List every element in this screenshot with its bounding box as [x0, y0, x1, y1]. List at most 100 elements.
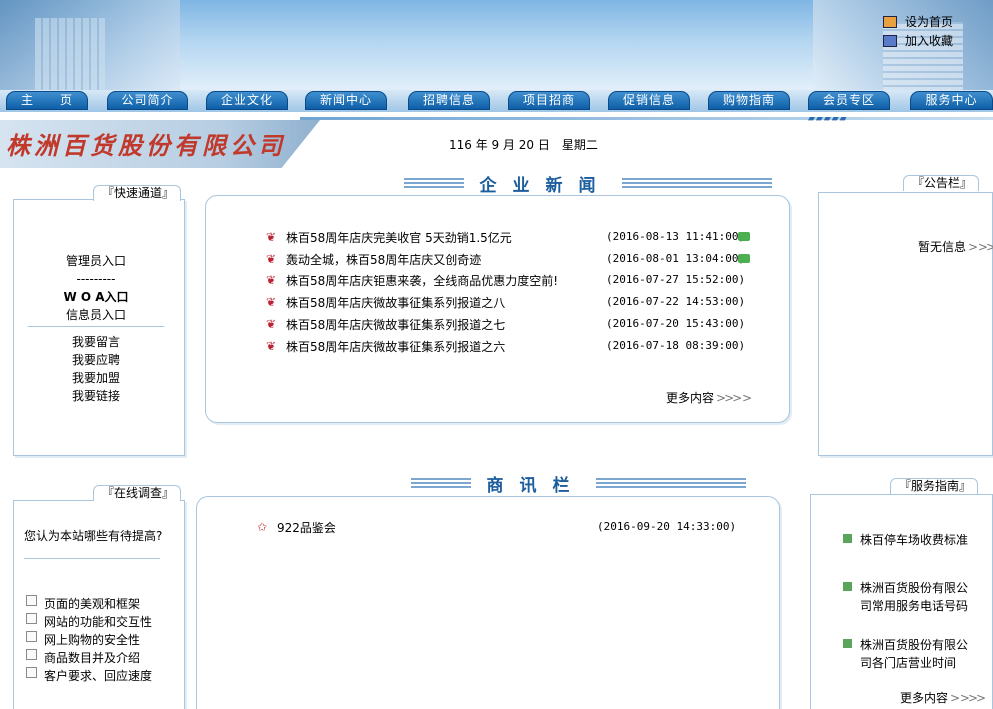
news-time: (2016-08-01 13:04:00): [606, 252, 746, 265]
business-heading: 商讯栏: [486, 475, 586, 496]
service-item[interactable]: 株洲百货股份有限公司各门店营业时间: [843, 636, 973, 672]
news-title[interactable]: 株百58周年店庆钜惠来袭，全线商品优惠力度空前!: [286, 272, 558, 289]
news-title[interactable]: 轰动全城，株百58周年店庆又创奇迹: [286, 251, 481, 268]
more-label: 更多内容: [900, 691, 949, 705]
nav-members[interactable]: 会员专区: [808, 91, 890, 110]
nav-service[interactable]: 服务中心: [910, 91, 993, 110]
star-bullet-icon: ✩: [257, 520, 268, 534]
notice-empty: 暂无信息> >>>: [918, 238, 993, 255]
news-item[interactable]: ❦ 株百58周年店庆微故事征集系列报道之八 (2016-07-22 14:53:…: [266, 293, 758, 311]
green-bullet-icon: [843, 534, 852, 543]
checkbox[interactable]: [26, 630, 37, 642]
nav-promotions[interactable]: 促销信息: [608, 91, 690, 110]
nav-investment[interactable]: 项目招商: [508, 91, 590, 110]
news-item[interactable]: ❦ 株百58周年店庆钜惠来袭，全线商品优惠力度空前! (2016-07-27 1…: [266, 271, 758, 289]
computer-icon: [882, 34, 897, 47]
admin-login-link[interactable]: 管理员入口: [14, 252, 178, 270]
checkbox[interactable]: [26, 648, 37, 660]
checkbox[interactable]: [26, 594, 37, 606]
set-home-label: 设为首页: [904, 15, 953, 29]
news-item[interactable]: ❦ 株百58周年店庆微故事征集系列报道之六 (2016-07-18 08:39:…: [266, 337, 758, 355]
business-title[interactable]: 922品鉴会: [277, 519, 336, 536]
service-item[interactable]: 株洲百货股份有限公司常用服务电话号码: [843, 579, 973, 615]
nav-jobs[interactable]: 招聘信息: [408, 91, 490, 110]
service-item[interactable]: 株百停车场收费标准: [843, 531, 973, 549]
link-exchange-link[interactable]: 我要链接: [14, 387, 178, 405]
survey-option[interactable]: 商品数目并及介绍: [26, 648, 140, 666]
notice-empty-label: 暂无信息: [918, 240, 967, 254]
add-favorite-label: 加入收藏: [904, 34, 953, 48]
survey-question: 您认为本站哪些有待提高?: [24, 529, 163, 543]
news-time: (2016-07-20 15:43:00): [606, 317, 746, 330]
photo-icon: [738, 232, 750, 241]
news-more-link[interactable]: 更多内容 >>> >: [666, 389, 752, 406]
info-login-link[interactable]: 信息员入口: [14, 306, 178, 324]
business-item[interactable]: ✩ 922品鉴会 (2016-09-20 14:33:00): [257, 518, 749, 536]
service-item-label[interactable]: 株百停车场收费标准: [860, 531, 973, 549]
survey-option[interactable]: 客户要求、回应速度: [26, 666, 152, 684]
survey-option[interactable]: 网站的功能和交互性: [26, 612, 152, 630]
nav-shopping-guide[interactable]: 购物指南: [708, 91, 790, 110]
more-arrow-icon: >>> >: [716, 391, 752, 405]
checkbox[interactable]: [26, 612, 37, 624]
more-label: 更多内容: [666, 391, 715, 405]
news-title[interactable]: 株百58周年店庆微故事征集系列报道之八: [286, 294, 505, 311]
quick-links: 管理员入口 --------- W O A入口 信息员入口 我要留言 我要应聘 …: [14, 252, 178, 405]
news-item[interactable]: ❦ 株百58周年店庆完美收官 5天劲销1.5亿元 (2016-08-13 11:…: [266, 228, 758, 246]
news-heading: 企业新闻: [479, 175, 612, 196]
leave-message-link[interactable]: 我要留言: [14, 333, 178, 351]
survey-option-label: 网站的功能和交互性: [44, 614, 153, 629]
survey-option[interactable]: 网上购物的安全性: [26, 630, 140, 648]
add-favorite-link[interactable]: 加入收藏: [882, 31, 953, 50]
news-time: (2016-08-13 11:41:00): [606, 230, 746, 243]
set-home-link[interactable]: 设为首页: [882, 12, 953, 31]
nav-culture[interactable]: 企业文化: [206, 91, 288, 110]
survey-divider: [24, 558, 160, 559]
strip-divider: [300, 117, 993, 120]
join-franchise-link[interactable]: 我要加盟: [14, 369, 178, 387]
more-arrow-icon: > >>>: [968, 240, 993, 254]
service-item-label[interactable]: 株洲百货股份有限公司各门店营业时间: [860, 636, 973, 672]
news-title[interactable]: 株百58周年店庆微故事征集系列报道之七: [286, 316, 505, 333]
flower-bullet-icon: ❦: [266, 295, 277, 309]
flower-bullet-icon: ❦: [266, 273, 277, 287]
nav-home[interactable]: 主 页: [6, 91, 88, 110]
news-title[interactable]: 株百58周年店庆微故事征集系列报道之六: [286, 338, 505, 355]
survey-option-label: 客户要求、回应速度: [44, 668, 153, 683]
service-item-label[interactable]: 株洲百货股份有限公司常用服务电话号码: [860, 579, 973, 615]
flower-bullet-icon: ❦: [266, 230, 277, 244]
main-nav: 主 页 公司简介 企业文化 新闻中心 招聘信息 项目招商 促销信息 购物指南 会…: [0, 90, 993, 112]
woa-login-link[interactable]: W O A入口: [14, 288, 178, 306]
nav-news[interactable]: 新闻中心: [305, 91, 387, 110]
news-time: (2016-07-22 14:53:00): [606, 295, 746, 308]
quick-channel-tab: 『快速通道』: [93, 185, 182, 201]
news-time: (2016-07-27 15:52:00): [606, 273, 746, 286]
news-time: (2016-07-18 08:39:00): [606, 339, 746, 352]
title-strip: 株洲百货股份有限公司 116 年 9 月 20 日 星期二 ▰▰▰▰▰: [0, 112, 993, 168]
company-logo: 株洲百货股份有限公司: [6, 131, 286, 160]
divider: [28, 326, 164, 327]
service-more-link[interactable]: 更多内容 > >>>: [900, 689, 986, 706]
business-heading-banner: 商讯栏: [378, 472, 778, 496]
survey-option[interactable]: 页面的美观和框架: [26, 594, 140, 612]
survey-tab: 『在线调查』: [93, 485, 182, 501]
flower-bullet-icon: ❦: [266, 317, 277, 331]
nav-about[interactable]: 公司简介: [107, 91, 188, 110]
checkbox[interactable]: [26, 666, 37, 678]
survey-option-label: 网上购物的安全性: [44, 632, 141, 647]
apply-job-link[interactable]: 我要应聘: [14, 351, 178, 369]
home-icon: [882, 15, 897, 28]
survey-option-label: 页面的美观和框架: [44, 596, 141, 611]
news-title[interactable]: 株百58周年店庆完美收官 5天劲销1.5亿元: [286, 229, 512, 246]
news-heading-banner: 企业新闻: [385, 172, 790, 196]
heading-stripe-right: [621, 178, 772, 188]
separator-dashes: ---------: [76, 272, 116, 286]
news-item[interactable]: ❦ 株百58周年店庆微故事征集系列报道之七 (2016-07-20 15:43:…: [266, 315, 758, 333]
top-links: 设为首页 加入收藏: [882, 12, 953, 50]
notice-panel: [818, 192, 993, 456]
business-time: (2016-09-20 14:33:00): [597, 520, 737, 533]
current-date: 116 年 9 月 20 日 星期二: [449, 138, 598, 152]
decorative-squares: ▰▰▰▰▰: [808, 114, 848, 124]
flower-bullet-icon: ❦: [266, 252, 277, 266]
news-item[interactable]: ❦ 轰动全城，株百58周年店庆又创奇迹 (2016-08-01 13:04:00…: [266, 250, 758, 268]
